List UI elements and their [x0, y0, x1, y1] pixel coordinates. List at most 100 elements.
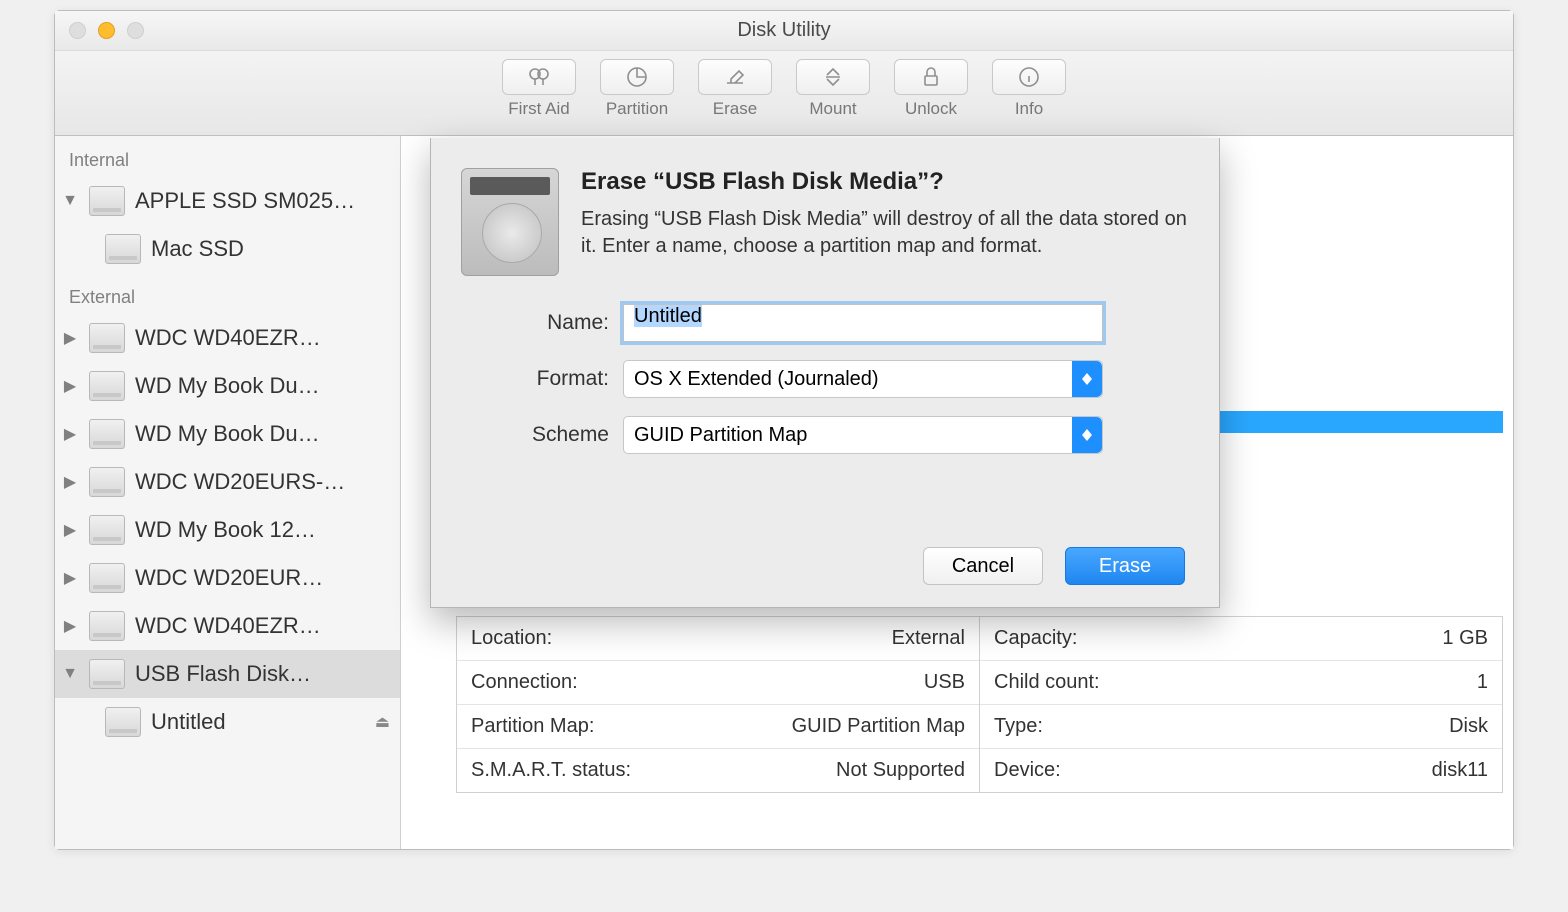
disk-icon	[89, 186, 125, 216]
toolbar-item-erase[interactable]: Erase	[691, 59, 779, 119]
first-aid-label: First Aid	[508, 99, 569, 119]
dialog-title: Erase “USB Flash Disk Media”?	[581, 168, 1189, 196]
sidebar-item-external-disk[interactable]: ▶ WDC WD40EZR…	[55, 602, 400, 650]
info-value: USB	[924, 671, 965, 694]
form-row-name: Name: Untitled	[503, 304, 1189, 342]
toolbar-item-unlock[interactable]: Unlock	[887, 59, 975, 119]
disk-icon	[89, 659, 125, 689]
sidebar-item-label: WD My Book 12…	[135, 517, 390, 543]
name-value: Untitled	[634, 305, 702, 327]
sidebar-item-internal-disk[interactable]: ▼ APPLE SSD SM025…	[55, 177, 400, 225]
sidebar-item-volume[interactable]: Mac SSD	[55, 225, 400, 273]
sidebar-item-external-disk[interactable]: ▶ WD My Book Du…	[55, 410, 400, 458]
chevron-right-icon[interactable]: ▶	[61, 617, 79, 635]
eject-icon[interactable]: ⏏	[375, 712, 390, 732]
sidebar-item-label: WDC WD40EZR…	[135, 613, 390, 639]
erase-icon	[698, 59, 772, 95]
window-title: Disk Utility	[55, 19, 1513, 42]
disk-icon	[89, 515, 125, 545]
dialog-header: Erase “USB Flash Disk Media”? Erasing “U…	[431, 138, 1219, 286]
toolbar-item-first-aid[interactable]: First Aid	[495, 59, 583, 119]
erase-button[interactable]: Erase	[1065, 547, 1185, 585]
sidebar-item-label: WD My Book Du…	[135, 421, 390, 447]
toolbar-item-mount[interactable]: Mount	[789, 59, 877, 119]
lock-icon	[894, 59, 968, 95]
info-row-type: Type: Disk	[980, 705, 1502, 749]
disk-icon	[89, 371, 125, 401]
chevron-down-icon[interactable]: ▼	[61, 192, 79, 210]
form-row-format: Format: OS X Extended (Journaled)	[503, 360, 1189, 398]
unlock-label: Unlock	[905, 99, 957, 119]
sidebar-item-label: WDC WD40EZR…	[135, 325, 390, 351]
info-row-capacity: Capacity: 1 GB	[980, 617, 1502, 661]
volume-icon	[105, 234, 141, 264]
sidebar-section-external: External	[55, 273, 400, 314]
scheme-select[interactable]: GUID Partition Map	[623, 416, 1103, 454]
info-label: Capacity:	[994, 627, 1077, 650]
partition-icon	[600, 59, 674, 95]
sidebar-item-external-disk[interactable]: ▶ WD My Book Du…	[55, 362, 400, 410]
info-row-location: Location: External	[457, 617, 979, 661]
chevron-right-icon[interactable]: ▶	[61, 569, 79, 587]
erase-dialog: Erase “USB Flash Disk Media”? Erasing “U…	[430, 138, 1220, 608]
sidebar-section-internal: Internal	[55, 136, 400, 177]
partition-label: Partition	[606, 99, 668, 119]
info-value: 1	[1477, 671, 1488, 694]
chevron-down-icon[interactable]: ▼	[61, 665, 79, 683]
first-aid-icon	[502, 59, 576, 95]
sidebar-item-label: APPLE SSD SM025…	[135, 188, 390, 214]
name-input[interactable]: Untitled	[623, 304, 1103, 342]
info-icon	[992, 59, 1066, 95]
info-row-childcount: Child count: 1	[980, 661, 1502, 705]
info-value: Disk	[1449, 715, 1488, 738]
scheme-value: GUID Partition Map	[634, 424, 807, 447]
format-value: OS X Extended (Journaled)	[634, 368, 879, 391]
select-arrows-icon	[1072, 417, 1102, 453]
info-label: Location:	[471, 627, 552, 650]
info-value: Not Supported	[836, 759, 965, 782]
disk-icon	[89, 611, 125, 641]
toolbar-item-info[interactable]: Info	[985, 59, 1073, 119]
format-select[interactable]: OS X Extended (Journaled)	[623, 360, 1103, 398]
sidebar-item-external-disk[interactable]: ▶ WDC WD40EZR…	[55, 314, 400, 362]
volume-icon	[105, 707, 141, 737]
cancel-button[interactable]: Cancel	[923, 547, 1043, 585]
sidebar-item-external-disk[interactable]: ▶ WDC WD20EUR…	[55, 554, 400, 602]
chevron-right-icon[interactable]: ▶	[61, 377, 79, 395]
disk-icon	[89, 467, 125, 497]
mount-label: Mount	[809, 99, 856, 119]
info-value: GUID Partition Map	[792, 715, 965, 738]
info-value: External	[892, 627, 965, 650]
info-row-device: Device: disk11	[980, 749, 1502, 792]
titlebar: Disk Utility	[55, 11, 1513, 51]
info-label: Info	[1015, 99, 1043, 119]
sidebar-item-label: WDC WD20EUR…	[135, 565, 390, 591]
select-arrows-icon	[1072, 361, 1102, 397]
info-row-smart: S.M.A.R.T. status: Not Supported	[457, 749, 979, 792]
sidebar-item-label: WD My Book Du…	[135, 373, 390, 399]
erase-label: Erase	[713, 99, 757, 119]
chevron-right-icon[interactable]: ▶	[61, 425, 79, 443]
sidebar-item-label: USB Flash Disk…	[135, 661, 390, 687]
sidebar-item-external-disk[interactable]: ▶ WDC WD20EURS-…	[55, 458, 400, 506]
sidebar-item-label: WDC WD20EURS-…	[135, 469, 390, 495]
sidebar-item-external-disk[interactable]: ▶ WD My Book 12…	[55, 506, 400, 554]
disk-info-panel: Location: External Connection: USB Parti…	[456, 616, 1503, 793]
info-value: 1 GB	[1442, 627, 1488, 650]
chevron-right-icon[interactable]: ▶	[61, 473, 79, 491]
chevron-right-icon[interactable]: ▶	[61, 521, 79, 539]
scheme-label: Scheme	[503, 423, 623, 447]
toolbar-item-partition[interactable]: Partition	[593, 59, 681, 119]
dialog-buttons: Cancel Erase	[923, 547, 1185, 585]
info-label: S.M.A.R.T. status:	[471, 759, 631, 782]
info-label: Partition Map:	[471, 715, 594, 738]
sidebar-item-volume[interactable]: Untitled ⏏	[55, 698, 400, 746]
sidebar-item-label: Mac SSD	[151, 236, 390, 262]
info-label: Type:	[994, 715, 1043, 738]
app-window: Disk Utility First Aid Partition Erase M…	[54, 10, 1514, 850]
info-column-right: Capacity: 1 GB Child count: 1 Type: Disk…	[980, 617, 1502, 792]
sidebar-item-usb-flash-disk[interactable]: ▼ USB Flash Disk…	[55, 650, 400, 698]
chevron-right-icon[interactable]: ▶	[61, 329, 79, 347]
info-column-left: Location: External Connection: USB Parti…	[457, 617, 980, 792]
info-row-connection: Connection: USB	[457, 661, 979, 705]
